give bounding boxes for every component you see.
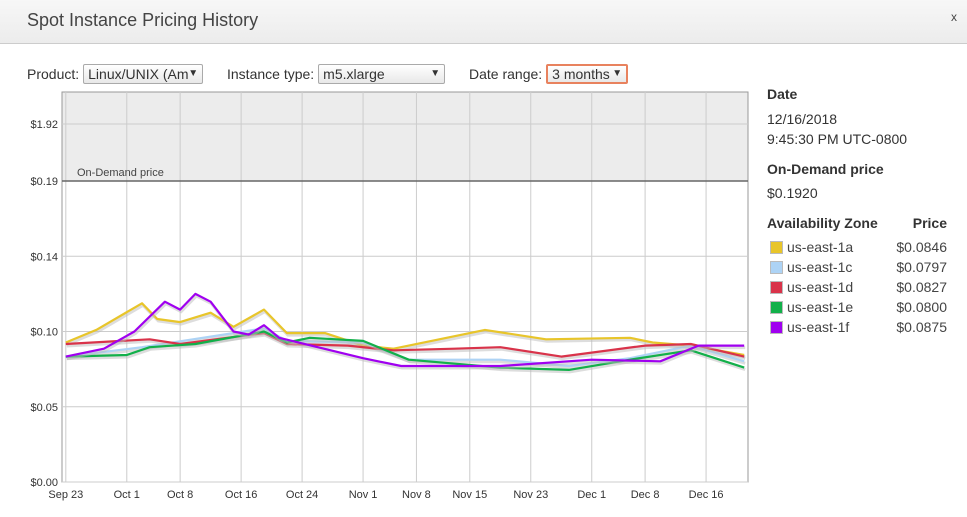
zone-name: us-east-1f [767, 319, 849, 335]
zone-color-swatch [770, 261, 783, 274]
chevron-down-icon: ▼ [612, 68, 623, 79]
x-tick-label: Dec 8 [631, 489, 660, 501]
close-button[interactable]: x [951, 10, 957, 24]
zone-row: us-east-1c $0.0797 [767, 257, 947, 277]
x-tick-label: Oct 24 [286, 489, 318, 501]
date-text: 12/16/2018 [767, 111, 838, 127]
az-column-header: Availability Zone [767, 215, 878, 231]
zone-price: $0.0800 [896, 299, 947, 315]
date-range-label: Date range: [469, 66, 543, 82]
product-select[interactable]: Linux/UNIX (Am ▼ [83, 64, 204, 84]
x-tick-label: Nov 8 [402, 489, 431, 501]
zone-price: $0.0846 [896, 239, 947, 255]
product-control: Product: Linux/UNIX (Am ▼ [27, 64, 204, 84]
ondemand-label: On-Demand price [77, 167, 164, 179]
time-text: 9:45:30 PM UTC-0800 [767, 131, 908, 147]
zone-price: $0.0797 [896, 259, 947, 275]
date-range-control: Date range: 3 months ▼ [469, 64, 629, 84]
y-tick-label: $0.19 [30, 176, 58, 188]
zone-name: us-east-1c [767, 259, 852, 275]
zone-price: $0.0827 [896, 279, 947, 295]
details-panel: Date 12/16/2018 9:45:30 PM UTC-0800 On-D… [767, 86, 947, 337]
ondemand-heading: On-Demand price [767, 161, 884, 177]
zone-price: $0.0875 [896, 319, 947, 335]
zone-label: us-east-1a [787, 239, 854, 255]
date-range-value: 3 months [552, 66, 610, 82]
product-label: Product: [27, 66, 80, 82]
x-tick-label: Nov 23 [513, 489, 548, 501]
zone-list: us-east-1a $0.0846 us-east-1c $0.0797 us-eas… [767, 237, 947, 337]
zone-name: us-east-1d [767, 279, 853, 295]
date-heading: Date [767, 86, 798, 102]
dialog-header: Spot Instance Pricing History x [0, 0, 967, 44]
y-tick-label: $0.10 [30, 327, 58, 339]
x-tick-label: Dec 1 [577, 489, 606, 501]
zone-color-swatch [770, 281, 783, 294]
zone-label: us-east-1d [787, 279, 854, 295]
x-tick-label: Oct 16 [225, 489, 257, 501]
y-tick-label: $0.05 [30, 402, 58, 414]
dialog-title: Spot Instance Pricing History [27, 10, 259, 30]
price-column-header: Price [912, 215, 947, 231]
x-tick-label: Sep 23 [48, 489, 83, 501]
zone-row: us-east-1f $0.0875 [767, 317, 947, 337]
zone-label: us-east-1e [787, 299, 854, 315]
instance-type-control: Instance type: m5.xlarge ▼ [227, 64, 446, 84]
zone-row: us-east-1d $0.0827 [767, 277, 947, 297]
zone-color-swatch [770, 241, 783, 254]
x-tick-label: Dec 16 [689, 489, 724, 501]
zone-color-swatch [770, 301, 783, 314]
zone-label: us-east-1c [787, 259, 853, 275]
instance-type-label: Instance type: [227, 66, 315, 82]
y-tick-label: $0.00 [30, 477, 58, 489]
zone-row: us-east-1e $0.0800 [767, 297, 947, 317]
zone-color-swatch [770, 321, 783, 334]
x-tick-label: Nov 15 [452, 489, 487, 501]
chevron-down-icon: ▼ [188, 68, 199, 79]
zone-name: us-east-1e [767, 299, 853, 315]
ondemand-price: $0.1920 [767, 185, 818, 201]
y-tick-label: $1.92 [30, 119, 58, 131]
zone-row: us-east-1a $0.0846 [767, 237, 947, 257]
date-range-select[interactable]: 3 months ▼ [546, 64, 629, 84]
x-tick-label: Nov 1 [349, 489, 378, 501]
price-history-chart[interactable]: Sep 23 Oct 1 Oct 8 Oct 16 Oct 24 Nov 1 Nov 8 No… [0, 85, 760, 517]
date-value: 12/16/2018 9:45:30 PM UTC-0800 [767, 109, 947, 149]
instance-type-value: m5.xlarge [323, 66, 385, 82]
y-tick-label: $0.14 [30, 251, 58, 263]
instance-type-select[interactable]: m5.xlarge ▼ [318, 64, 446, 84]
x-tick-label: Oct 1 [114, 489, 140, 501]
x-tick-label: Oct 8 [167, 489, 193, 501]
chevron-down-icon: ▼ [430, 68, 441, 79]
zone-name: us-east-1a [767, 239, 853, 255]
product-value: Linux/UNIX (Am [88, 66, 189, 82]
zone-table-header: Availability Zone Price [767, 213, 947, 233]
zone-label: us-east-1f [787, 319, 850, 335]
